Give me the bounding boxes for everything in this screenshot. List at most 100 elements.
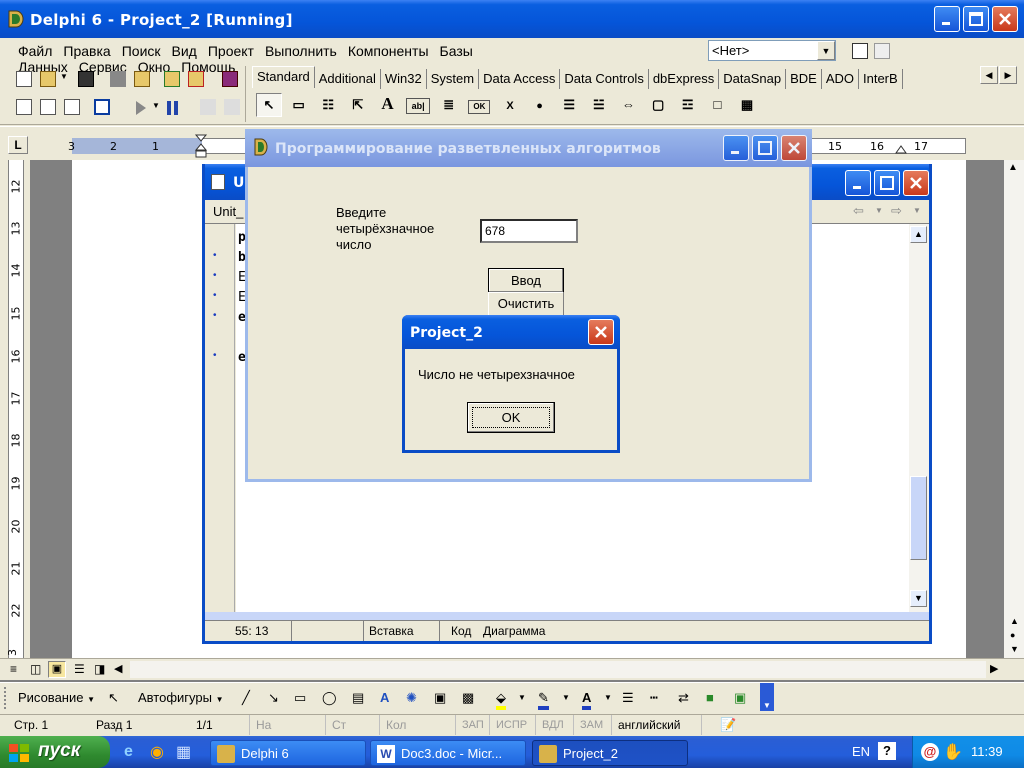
memo-icon[interactable]: ≣ bbox=[436, 93, 462, 117]
menu-file[interactable]: Файл bbox=[18, 43, 52, 59]
enter-button[interactable]: Ввод bbox=[488, 268, 564, 293]
tab-selector-icon[interactable]: L bbox=[8, 136, 28, 154]
taskbar-project[interactable]: Project_2 bbox=[532, 740, 688, 766]
hscroll-left-icon[interactable]: ◀ bbox=[114, 662, 122, 675]
nav-back-icon[interactable]: ⇦ bbox=[853, 203, 864, 219]
tab-datasnap[interactable]: DataSnap bbox=[719, 69, 787, 89]
tab-data-access[interactable]: Data Access bbox=[479, 69, 561, 89]
outline-view-icon[interactable]: ☰ bbox=[74, 662, 85, 676]
clock[interactable]: 11:39 bbox=[971, 744, 1003, 759]
dash-style-icon[interactable]: ┅ bbox=[650, 686, 658, 710]
scrollbar-icon[interactable]: ⇔ bbox=[616, 93, 642, 117]
nav-back-dropdown-icon[interactable]: ▼ bbox=[875, 206, 883, 215]
new-form-icon[interactable] bbox=[94, 99, 110, 115]
status-trk[interactable]: ИСПР bbox=[490, 715, 536, 735]
ok-button[interactable]: OK bbox=[467, 402, 555, 433]
remove-from-project-icon[interactable] bbox=[188, 71, 204, 87]
prev-page-icon[interactable]: ▲ bbox=[1010, 616, 1019, 626]
radiobutton-icon[interactable]: ● bbox=[527, 94, 553, 118]
checkbox-icon[interactable]: X bbox=[497, 94, 523, 118]
textbox-icon[interactable]: ▤ bbox=[352, 686, 364, 710]
trace-into-icon[interactable] bbox=[200, 99, 216, 115]
menu-project[interactable]: Проект bbox=[208, 43, 254, 59]
ide-minimize-button[interactable] bbox=[934, 6, 960, 32]
toolbar-options-icon[interactable]: ▼ bbox=[760, 683, 774, 711]
fill-color-icon[interactable]: ⬙ bbox=[496, 686, 506, 710]
menu-run[interactable]: Выполнить bbox=[265, 43, 337, 59]
radiogroup-icon[interactable]: ☲ bbox=[675, 93, 701, 117]
unit-tab[interactable]: Unit_ bbox=[213, 204, 243, 219]
menu-search[interactable]: Поиск bbox=[122, 43, 161, 59]
clear-button[interactable]: Очистить bbox=[488, 292, 564, 317]
panel-icon[interactable]: □ bbox=[704, 93, 730, 117]
tab-data-controls[interactable]: Data Controls bbox=[560, 69, 649, 89]
chevron-down-icon[interactable]: ▼ bbox=[817, 41, 835, 60]
ide-maximize-button[interactable] bbox=[963, 6, 989, 32]
tab-ado[interactable]: ADO bbox=[822, 69, 859, 89]
ide-close-button[interactable] bbox=[992, 6, 1018, 32]
help-tray-icon[interactable]: ? bbox=[878, 742, 896, 760]
taskbar-word[interactable]: W Doc3.doc - Micr... bbox=[370, 740, 526, 766]
language-indicator[interactable]: EN bbox=[852, 744, 870, 759]
draw-menu[interactable]: Рисование ▼ bbox=[18, 686, 95, 710]
config-dropdown[interactable]: <Нет> ▼ bbox=[708, 40, 836, 61]
word-horizontal-scrollbar[interactable] bbox=[130, 661, 986, 678]
open-project-icon[interactable] bbox=[134, 71, 150, 87]
print-view-icon[interactable]: ▣ bbox=[48, 661, 66, 678]
ie-icon[interactable]: e bbox=[124, 743, 133, 761]
actionlist-icon[interactable]: ▦ bbox=[734, 93, 760, 117]
editor-maximize-button[interactable] bbox=[874, 170, 900, 196]
open-dropdown-icon[interactable]: ▼ bbox=[60, 72, 68, 81]
app-form-title-bar[interactable]: Программирование разветвленных алгоритмо… bbox=[245, 129, 812, 167]
line-color-dropdown-icon[interactable]: ▼ bbox=[562, 686, 570, 710]
3d-icon[interactable]: ▣ bbox=[734, 686, 746, 710]
pause-icon[interactable] bbox=[166, 100, 180, 116]
arrow-style-icon[interactable]: ⇄ bbox=[678, 686, 689, 710]
toggle-form-unit-icon[interactable] bbox=[64, 99, 80, 115]
show-desktop-icon[interactable]: ▦ bbox=[176, 742, 191, 762]
view-form-icon[interactable] bbox=[40, 99, 56, 115]
diagram-icon[interactable]: ✺ bbox=[406, 686, 417, 710]
ide-title-bar[interactable]: Delphi 6 - Project_2 [Running] bbox=[0, 0, 1024, 38]
message-box-close-button[interactable] bbox=[588, 319, 614, 345]
normal-view-icon[interactable]: ≡ bbox=[10, 662, 17, 676]
right-indent-marker-icon[interactable] bbox=[894, 142, 908, 154]
font-color-icon[interactable]: A bbox=[582, 686, 592, 710]
next-page-icon[interactable]: ▼ bbox=[1010, 644, 1019, 654]
new-icon[interactable] bbox=[16, 71, 32, 87]
wordart-icon[interactable]: A bbox=[380, 686, 389, 710]
editor-minimize-button[interactable] bbox=[845, 170, 871, 196]
tab-dbexpress[interactable]: dbExpress bbox=[649, 69, 720, 89]
message-box-title-bar[interactable]: Project_2 bbox=[402, 315, 620, 349]
status-ovr[interactable]: ЗАМ bbox=[574, 715, 612, 735]
rectangle-icon[interactable]: ▭ bbox=[294, 686, 306, 710]
editor-vertical-scrollbar[interactable]: ▲ ▼ bbox=[909, 224, 929, 612]
antivirus-tray-icon[interactable]: @ bbox=[921, 743, 939, 761]
open-icon[interactable] bbox=[40, 71, 56, 87]
line-icon[interactable]: ╱ bbox=[242, 686, 250, 710]
picture-icon[interactable]: ▩ bbox=[462, 686, 474, 710]
hscroll-right-icon[interactable]: ▶ bbox=[990, 662, 998, 675]
autoshapes-menu[interactable]: Автофигуры ▼ bbox=[138, 686, 224, 710]
add-to-project-icon[interactable] bbox=[164, 71, 180, 87]
select-browse-object-icon[interactable]: ● bbox=[1010, 630, 1015, 640]
spelling-status-icon[interactable]: 📝 bbox=[720, 717, 736, 733]
button-icon[interactable]: OK bbox=[468, 99, 491, 114]
web-view-icon[interactable]: ◫ bbox=[30, 662, 41, 676]
line-style-icon[interactable]: ☰ bbox=[622, 686, 634, 710]
reading-view-icon[interactable]: ◨ bbox=[94, 662, 105, 676]
menu-edit[interactable]: Правка bbox=[63, 43, 110, 59]
media-player-icon[interactable]: ◉ bbox=[150, 742, 164, 762]
clipart-icon[interactable]: ▣ bbox=[434, 686, 446, 710]
indent-marker-icon[interactable] bbox=[194, 134, 208, 160]
palette-scroll-right[interactable]: ▶ bbox=[999, 66, 1017, 84]
editor-hscrollbar[interactable] bbox=[205, 612, 929, 620]
label-icon[interactable]: A bbox=[375, 92, 401, 116]
oval-icon[interactable]: ◯ bbox=[322, 686, 337, 710]
form-close-button[interactable] bbox=[781, 135, 807, 161]
messenger-tray-icon[interactable]: ✋ bbox=[943, 742, 963, 762]
palette-scroll-left[interactable]: ◀ bbox=[980, 66, 998, 84]
status-rec[interactable]: ЗАП bbox=[456, 715, 490, 735]
number-input[interactable]: 678 bbox=[480, 219, 578, 243]
taskbar-delphi[interactable]: Delphi 6 bbox=[210, 740, 366, 766]
